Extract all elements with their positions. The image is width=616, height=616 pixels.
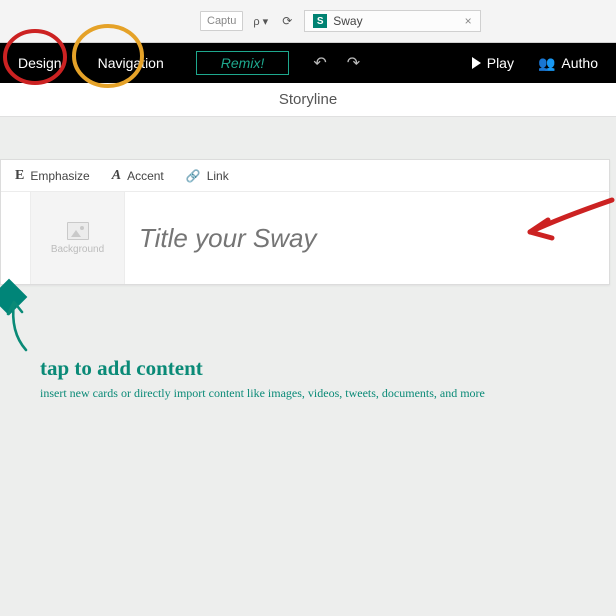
emphasize-label: Emphasize xyxy=(30,169,89,183)
page-title: Storyline xyxy=(0,83,616,117)
search-placeholder: Captu xyxy=(207,15,236,27)
play-button[interactable]: Play xyxy=(458,55,528,71)
card-grip[interactable] xyxy=(1,192,31,284)
play-icon xyxy=(472,57,481,69)
browser-tab-sway[interactable]: S Sway × xyxy=(304,10,480,32)
emphasize-icon: E xyxy=(15,168,24,184)
authors-button[interactable]: 👥 Autho xyxy=(528,55,608,72)
accent-label: Accent xyxy=(127,169,164,183)
accent-icon: A xyxy=(112,168,121,184)
navigation-tab[interactable]: Navigation xyxy=(80,43,182,83)
link-icon: 🔗 xyxy=(186,169,201,183)
annotation-sub: insert new cards or directly import cont… xyxy=(40,386,485,401)
annotation-main: tap to add content xyxy=(40,356,203,381)
link-button[interactable]: 🔗 Link xyxy=(186,169,229,183)
redo-button[interactable]: ↷ xyxy=(337,43,370,83)
app-toolbar: Design Navigation Remix! ↶ ↷ Play 👥 Auth… xyxy=(0,43,616,83)
search-icon[interactable]: ρ ▾ xyxy=(249,15,272,28)
authors-label: Autho xyxy=(561,55,598,71)
accent-button[interactable]: A Accent xyxy=(112,168,164,184)
link-label: Link xyxy=(207,169,229,183)
address-search-box[interactable]: Captu xyxy=(200,11,243,31)
close-icon[interactable]: × xyxy=(465,14,472,28)
background-label: Background xyxy=(51,244,104,255)
emphasize-button[interactable]: E Emphasize xyxy=(15,168,90,184)
image-icon xyxy=(67,222,89,240)
title-input[interactable] xyxy=(139,223,595,254)
play-label: Play xyxy=(487,55,514,71)
design-tab[interactable]: Design xyxy=(0,43,80,83)
tab-label: Sway xyxy=(333,14,362,28)
people-icon: 👥 xyxy=(538,55,555,72)
background-picker[interactable]: Background xyxy=(31,192,125,284)
sway-app-icon: S xyxy=(313,14,327,28)
format-bar: E Emphasize A Accent 🔗 Link xyxy=(1,160,609,192)
undo-button[interactable]: ↶ xyxy=(303,43,336,83)
refresh-icon[interactable]: ⟳ xyxy=(278,14,296,28)
remix-button[interactable]: Remix! xyxy=(196,51,290,75)
browser-address-bar: Captu ρ ▾ ⟳ S Sway × xyxy=(0,0,616,43)
title-card: E Emphasize A Accent 🔗 Link Background xyxy=(0,159,610,285)
